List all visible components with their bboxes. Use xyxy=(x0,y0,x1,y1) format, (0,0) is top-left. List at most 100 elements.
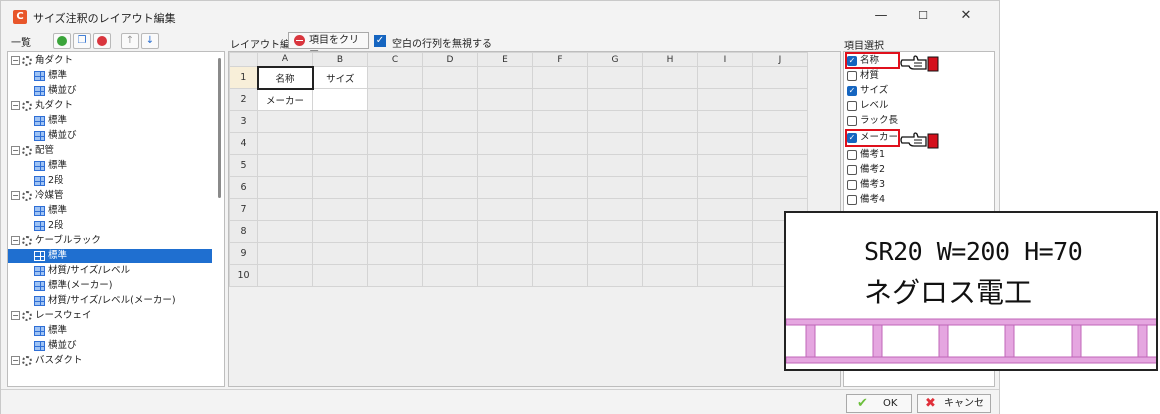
grid-cell[interactable] xyxy=(422,88,478,111)
column-header[interactable]: J xyxy=(752,52,808,67)
grid-cell[interactable] xyxy=(587,132,643,155)
grid-cell[interactable] xyxy=(697,220,753,243)
grid-cell[interactable] xyxy=(532,88,588,111)
grid-cell[interactable] xyxy=(697,242,753,265)
grid-cell[interactable] xyxy=(532,132,588,155)
collapse-icon[interactable]: − xyxy=(11,356,20,365)
column-header[interactable]: G xyxy=(587,52,643,67)
grid-cell[interactable] xyxy=(312,176,368,199)
grid-cell[interactable] xyxy=(257,242,313,265)
grid-cell[interactable] xyxy=(532,110,588,133)
grid-cell[interactable] xyxy=(642,132,698,155)
grid-cell[interactable] xyxy=(312,132,368,155)
column-header[interactable]: A xyxy=(257,52,313,67)
item-option[interactable]: 材質 xyxy=(847,69,879,83)
grid-cell[interactable] xyxy=(367,220,423,243)
checkbox[interactable] xyxy=(847,164,857,175)
collapse-icon[interactable]: − xyxy=(11,101,20,110)
grid-cell[interactable] xyxy=(422,154,478,177)
grid-cell[interactable] xyxy=(587,198,643,221)
grid-cell[interactable] xyxy=(422,198,478,221)
clear-items-button[interactable]: 項目をクリアー xyxy=(288,32,369,61)
tree-item[interactable]: 標準(メーカー) xyxy=(8,279,212,293)
collapse-icon[interactable]: − xyxy=(11,146,20,155)
grid-cell[interactable] xyxy=(752,110,808,133)
grid-cell[interactable] xyxy=(697,264,753,287)
grid-cell[interactable] xyxy=(477,220,533,243)
row-header[interactable]: 6 xyxy=(229,176,258,199)
grid-cell[interactable] xyxy=(642,154,698,177)
grid-cell[interactable] xyxy=(477,88,533,111)
close-button[interactable]: ✕ xyxy=(946,5,986,27)
copy-button[interactable]: ❐ xyxy=(73,33,91,49)
grid-cell[interactable] xyxy=(697,66,753,89)
grid-cell[interactable] xyxy=(367,66,423,89)
grid-cell[interactable] xyxy=(312,264,368,287)
checkbox[interactable] xyxy=(847,100,857,111)
maximize-button[interactable]: ☐ xyxy=(903,5,943,27)
grid-cell[interactable] xyxy=(532,66,588,89)
grid-cell[interactable] xyxy=(422,242,478,265)
remove-button[interactable] xyxy=(93,33,111,49)
grid-cell[interactable] xyxy=(642,66,698,89)
cancel-button[interactable]: ✖ キャンセル xyxy=(917,394,991,413)
grid-cell[interactable] xyxy=(752,88,808,111)
checkbox-checked[interactable]: ✓ xyxy=(847,85,857,96)
grid-cell-a1[interactable]: 名称 xyxy=(256,65,314,90)
grid-cell[interactable] xyxy=(257,154,313,177)
tree-group[interactable]: − 角ダクト xyxy=(8,54,212,68)
tree-item[interactable]: 材質/サイズ/レベル(メーカー) xyxy=(8,294,212,308)
checkbox[interactable] xyxy=(847,149,857,160)
grid-cell[interactable] xyxy=(422,66,478,89)
row-header[interactable]: 10 xyxy=(229,264,258,287)
grid-cell[interactable] xyxy=(532,176,588,199)
grid-cell-b1[interactable]: サイズ xyxy=(312,66,368,89)
item-option[interactable]: 備考1 xyxy=(847,148,885,162)
tree-item[interactable]: 標準 xyxy=(8,69,212,83)
grid-cell[interactable] xyxy=(477,198,533,221)
column-header[interactable]: B xyxy=(312,52,368,67)
grid-cell[interactable] xyxy=(642,264,698,287)
collapse-icon[interactable]: − xyxy=(11,56,20,65)
grid-cell[interactable] xyxy=(367,176,423,199)
row-header[interactable]: 9 xyxy=(229,242,258,265)
grid-cell[interactable] xyxy=(367,132,423,155)
row-header[interactable]: 4 xyxy=(229,132,258,155)
grid-cell[interactable] xyxy=(697,132,753,155)
grid-cell[interactable] xyxy=(587,154,643,177)
grid-cell[interactable] xyxy=(587,66,643,89)
collapse-icon[interactable]: − xyxy=(11,311,20,320)
tree-item[interactable]: 横並び xyxy=(8,129,212,143)
column-header[interactable]: F xyxy=(532,52,588,67)
row-header[interactable]: 5 xyxy=(229,154,258,177)
move-up-button[interactable]: ↑ xyxy=(121,33,139,49)
grid-cell[interactable] xyxy=(752,132,808,155)
column-header[interactable]: E xyxy=(477,52,533,67)
grid-cell[interactable] xyxy=(642,220,698,243)
grid-cell[interactable] xyxy=(477,176,533,199)
tree-item[interactable]: 2段 xyxy=(8,174,212,188)
grid-corner[interactable] xyxy=(229,52,258,67)
row-header[interactable]: 7 xyxy=(229,198,258,221)
collapse-icon[interactable]: − xyxy=(11,191,20,200)
move-down-button[interactable]: ↓ xyxy=(141,33,159,49)
grid-cell[interactable] xyxy=(257,110,313,133)
grid-cell-a2[interactable]: メーカー xyxy=(257,88,313,111)
grid-cell[interactable] xyxy=(422,264,478,287)
grid-cell[interactable] xyxy=(477,132,533,155)
grid-cell[interactable] xyxy=(257,264,313,287)
grid-cell[interactable] xyxy=(532,198,588,221)
grid-cell[interactable] xyxy=(697,154,753,177)
grid-cell[interactable] xyxy=(312,242,368,265)
grid-cell[interactable] xyxy=(532,154,588,177)
tree-group[interactable]: − ケーブルラック xyxy=(8,234,212,248)
grid-cell[interactable] xyxy=(312,198,368,221)
ignore-empty-checkbox[interactable]: ✓ xyxy=(374,35,386,47)
grid-cell[interactable] xyxy=(587,110,643,133)
grid-cell[interactable] xyxy=(697,198,753,221)
tree-item[interactable]: 材質/サイズ/レベル xyxy=(8,264,212,278)
grid-cell-b2[interactable] xyxy=(312,88,368,111)
tree-item[interactable]: 標準 xyxy=(8,114,212,128)
grid-cell[interactable] xyxy=(477,110,533,133)
row-header[interactable]: 1 xyxy=(229,66,258,89)
